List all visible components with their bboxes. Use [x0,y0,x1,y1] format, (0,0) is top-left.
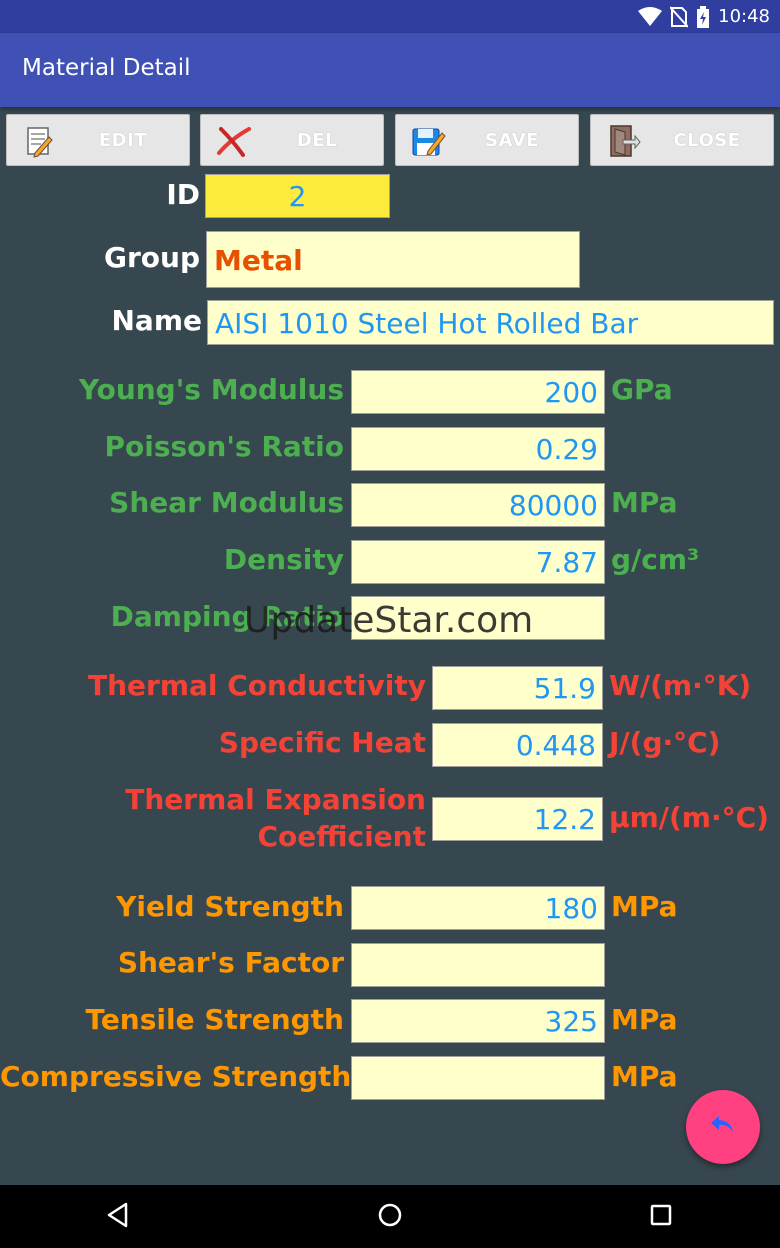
watermark: UpdateStar.com [244,600,534,641]
density-label: Density [223,543,344,576]
shears-factor-field[interactable] [351,943,605,987]
edit-icon [21,123,57,159]
edit-button[interactable]: EDIT [6,114,190,166]
status-time: 10:48 [718,6,770,27]
delete-x-icon [215,123,251,159]
yield-strength-field[interactable]: 180 [351,886,605,930]
close-button[interactable]: CLOSE [590,114,774,166]
app-title: Material Detail [22,55,191,81]
status-bar: 10:48 [0,0,780,33]
exit-door-icon [605,123,641,159]
home-circle-icon [377,1202,403,1232]
compressive-strength-unit: MPa [611,1060,678,1093]
save-icon [410,123,446,159]
group-label: Group [103,241,200,274]
thermal-conductivity-unit: W/(m·°K) [609,669,752,702]
group-field[interactable]: Metal [206,231,580,288]
poissons-ratio-field[interactable]: 0.29 [351,427,605,471]
specific-heat-field[interactable]: 0.448 [432,723,603,767]
shear-modulus-field[interactable]: 80000 [351,483,605,527]
save-button-label: SAVE [485,130,539,151]
specific-heat-unit: J/(g·°C) [609,726,721,759]
poissons-ratio-label: Poisson's Ratio [104,430,344,463]
edit-button-label: EDIT [98,130,148,151]
tensile-strength-label: Tensile Strength [85,1003,344,1036]
id-field[interactable]: 2 [205,174,390,218]
battery-icon [696,5,710,28]
compressive-strength-field[interactable] [351,1056,605,1100]
thermal-expansion-label-line1: Thermal Expansion [125,783,426,816]
tensile-strength-unit: MPa [611,1003,678,1036]
shears-factor-label: Shear's Factor [117,946,344,979]
thermal-expansion-label-line2: Coefficient [257,820,426,853]
back-fab-button[interactable] [686,1090,760,1164]
nav-recents-button[interactable] [641,1197,681,1237]
shear-modulus-label: Shear Modulus [109,486,344,519]
recents-square-icon [649,1203,673,1231]
youngs-modulus-unit: GPa [611,373,673,406]
delete-button[interactable]: DEL [200,114,384,166]
status-icons: 10:48 [638,0,770,33]
thermal-conductivity-label: Thermal Conductivity [87,669,426,702]
yield-strength-unit: MPa [611,890,678,923]
shear-modulus-unit: MPa [611,486,678,519]
navigation-bar [0,1185,780,1248]
thermal-expansion-field[interactable]: 12.2 [432,797,603,841]
youngs-modulus-field[interactable]: 200 [351,370,605,414]
reply-arrow-icon [708,1110,738,1144]
thermal-expansion-unit: μm/(m·°C) [609,801,769,834]
yield-strength-label: Yield Strength [116,890,344,923]
wifi-icon [638,6,663,27]
save-button[interactable]: SAVE [395,114,579,166]
app-bar: Material Detail [0,33,780,107]
density-field[interactable]: 7.87 [351,540,605,584]
name-field[interactable]: AISI 1010 Steel Hot Rolled Bar [207,300,774,345]
nav-back-button[interactable] [98,1197,138,1237]
specific-heat-label: Specific Heat [218,726,426,759]
thermal-conductivity-field[interactable]: 51.9 [432,666,603,710]
no-sim-icon [670,5,689,28]
nav-home-button[interactable] [370,1197,410,1237]
delete-button-label: DEL [296,130,338,151]
youngs-modulus-label: Young's Modulus [78,373,344,406]
tensile-strength-field[interactable]: 325 [351,999,605,1043]
density-unit: g/cm³ [611,543,700,576]
name-label: Name [111,304,203,337]
compressive-strength-label: Compressive Strength [0,1060,352,1093]
id-label: ID [166,178,200,211]
back-triangle-icon [106,1202,130,1232]
close-button-label: CLOSE [673,130,741,151]
